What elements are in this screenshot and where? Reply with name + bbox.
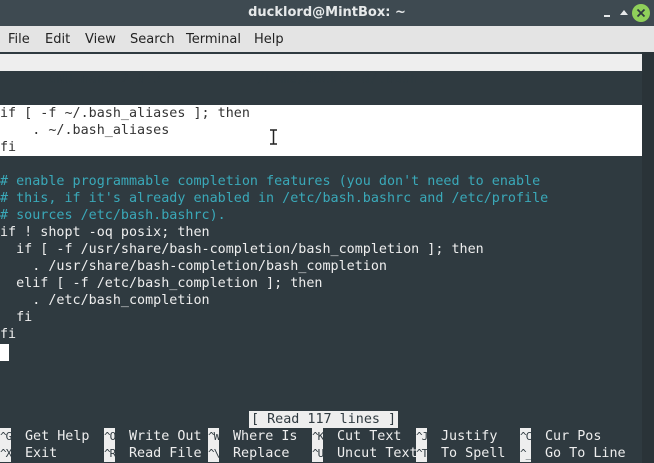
editor-line: . ~/.bash_aliases: [0, 122, 642, 139]
editor-line: if ! shopt -oq posix; then: [0, 225, 210, 240]
editor-line: elif [ -f /etc/bash_completion ]; then: [0, 276, 323, 291]
shortcut-key: ^J: [416, 428, 428, 445]
shortcut-key: ^\: [208, 445, 220, 462]
shortcut-key: ^X: [0, 445, 12, 462]
editor-line: # this, if it's already enabled in /etc/…: [0, 191, 549, 206]
minimize-button[interactable]: [597, 3, 617, 23]
menu-file[interactable]: File: [8, 32, 30, 47]
shortcut-label: Get Help: [25, 429, 90, 444]
shortcut-label: Read File: [129, 446, 202, 461]
shortcut-label: Exit: [25, 446, 58, 461]
editor-line: # sources /etc/bash.bashrc).: [0, 208, 226, 223]
editor-line: . /etc/bash_completion: [0, 293, 210, 308]
shortcut-label: Write Out: [129, 429, 202, 444]
window-title: ducklord@MintBox: ~: [248, 5, 406, 20]
menu-search[interactable]: Search: [130, 32, 175, 47]
shortcut-label: To Spell: [441, 446, 506, 461]
editor-line: fi: [0, 327, 17, 342]
editor-line: . /usr/share/bash-completion/bash_comple…: [0, 259, 387, 274]
menu-terminal[interactable]: Terminal: [186, 32, 241, 47]
shortcut-key: ^R: [104, 445, 116, 462]
menu-view[interactable]: View: [85, 32, 116, 47]
shortcut-label: Justify: [441, 429, 498, 444]
shortcut-label: Uncut Text: [337, 446, 418, 461]
shortcut-label: Cur Pos: [545, 429, 602, 444]
shortcut-key: ^G: [0, 428, 12, 445]
nano-version: GNU nano 2.9.3: [32, 72, 162, 87]
editor-line: if [ -f ~/.bash_aliases ]; then: [0, 105, 642, 122]
shortcut-key: ^U: [312, 445, 324, 462]
menu-bar: File Edit View Search Terminal Help: [0, 26, 654, 52]
shortcut-label: Cut Text: [337, 429, 402, 444]
shortcut-label: Where Is: [233, 429, 298, 444]
shortcut-key: ^T: [416, 445, 428, 462]
close-button[interactable]: [632, 4, 650, 22]
window-titlebar: ducklord@MintBox: ~: [0, 0, 654, 26]
terminal-area[interactable]: GNU nano 2.9.3/home/ducklord/.bashrc if …: [0, 52, 642, 463]
close-icon: [636, 8, 646, 18]
nano-header: GNU nano 2.9.3/home/ducklord/.bashrc: [0, 54, 642, 87]
shortcut-key: ^_: [520, 445, 532, 462]
menu-help[interactable]: Help: [254, 32, 284, 47]
terminal-cursor: [0, 344, 9, 361]
shortcut-key: ^K: [312, 428, 324, 445]
editor-line: if [ -f /usr/share/bash-completion/bash_…: [0, 242, 484, 257]
shortcut-key: ^C: [520, 428, 532, 445]
editor-line: # enable programmable completion feature…: [0, 174, 541, 189]
text-cursor-icon: [270, 129, 277, 145]
editor-line: fi: [0, 310, 33, 325]
nano-filename: /home/ducklord/.bashrc: [257, 72, 435, 87]
shortcut-key: ^W: [208, 428, 220, 445]
editor-line: fi: [0, 139, 642, 156]
shortcut-label: Replace: [233, 446, 290, 461]
minimize-icon: [604, 15, 610, 17]
menu-edit[interactable]: Edit: [45, 32, 70, 47]
shortcut-key: ^O: [104, 428, 116, 445]
status-message: [ Read 117 lines ]: [249, 411, 399, 428]
terminal-scrollbar[interactable]: [642, 52, 654, 463]
shortcut-label: Go To Line: [545, 446, 626, 461]
maximize-icon: [620, 10, 628, 15]
